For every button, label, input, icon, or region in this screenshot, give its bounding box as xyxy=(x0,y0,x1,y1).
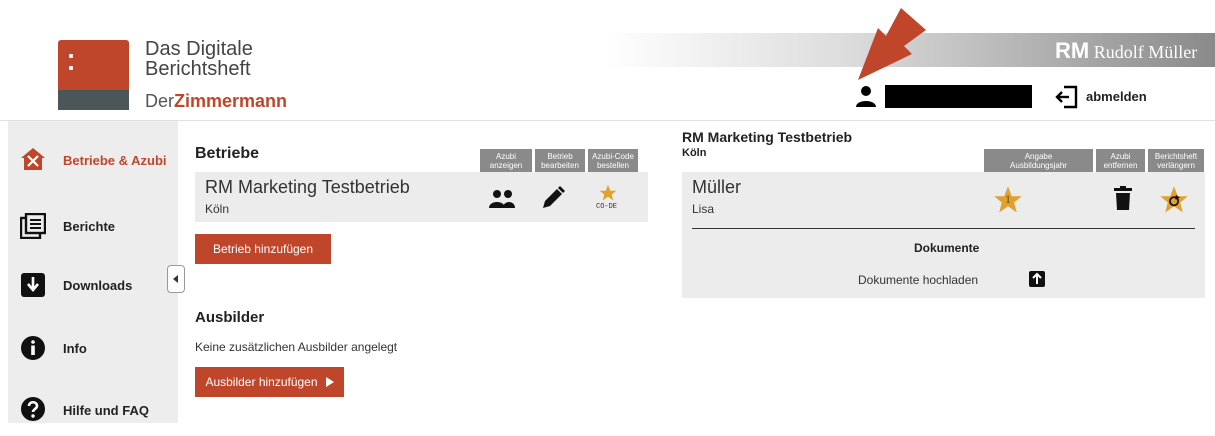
col-azubi-code: Azubi-Code bestellen xyxy=(588,149,638,173)
sidebar-item-label: Betriebe & Azubi xyxy=(63,153,167,168)
col-betrieb-bearbeiten: Betrieb bearbeiten xyxy=(535,149,585,173)
company-name: RM Marketing Testbetrieb xyxy=(205,177,410,197)
sidebar-item-label: Berichte xyxy=(63,219,116,234)
company-row[interactable]: RM Marketing Testbetrieb Köln CO-DE xyxy=(195,172,648,222)
documents-title: Dokumente xyxy=(914,241,980,255)
betriebe-title: Betriebe xyxy=(195,145,260,162)
azubi-panel: Müller Lisa 1 Dokumente Dokumente hochla… xyxy=(682,172,1205,298)
brand-publication: DerZimmermann xyxy=(145,91,288,111)
sidebar-item-downloads[interactable]: Downloads xyxy=(8,260,178,310)
download-icon xyxy=(21,273,45,297)
sidebar-item-label: Downloads xyxy=(63,278,133,293)
sidebar-item-betriebe-azubi[interactable]: Betriebe & Azubi xyxy=(8,134,178,184)
star-icon[interactable] xyxy=(599,184,617,202)
ausbilder-empty-text: Keine zusätzlichen Ausbilder angelegt xyxy=(195,340,398,354)
ausbilder-title: Ausbilder xyxy=(195,309,265,326)
upload-documents-label[interactable]: Dokumente hochladen xyxy=(858,273,978,287)
col-angabe-ausbildungsjahr: Angabe Ausbildungsjahr xyxy=(984,149,1093,173)
app-header: Das Digitale Berichtsheft DerZimmermann … xyxy=(0,0,1215,120)
year-badge: 1 xyxy=(1005,192,1011,206)
logout-link[interactable]: abmelden xyxy=(1086,89,1147,104)
sidebar-item-label: Info xyxy=(63,341,87,356)
username-redacted xyxy=(885,85,1032,108)
detail-company-city: Köln xyxy=(682,147,707,159)
company-city: Köln xyxy=(205,202,230,216)
info-icon xyxy=(21,336,45,360)
add-company-button[interactable]: Betrieb hinzufügen xyxy=(195,234,331,284)
sidebar-item-berichte[interactable]: Berichte xyxy=(8,198,178,248)
sidebar-item-info[interactable]: Info xyxy=(8,323,178,373)
sidebar-item-hilfe[interactable]: Hilfe und FAQ xyxy=(8,386,178,436)
sidebar: Betriebe & Azubi Berichte Downloads Info… xyxy=(8,121,178,423)
col-azubi-anzeigen: Azubi anzeigen xyxy=(480,149,532,173)
renew-star-icon[interactable] xyxy=(1159,185,1189,215)
col-azubi-entfernen: Azubi entfernen xyxy=(1096,149,1145,173)
tools-house-icon xyxy=(21,148,45,170)
detail-company-name: RM Marketing Testbetrieb xyxy=(682,129,853,145)
brand-subtitle: Berichtsheft xyxy=(145,58,251,80)
app-logo[interactable] xyxy=(58,40,129,110)
col-berichtsheft-verlaengern: Berichtsheft verlängern xyxy=(1148,149,1204,173)
add-trainer-button[interactable]: Ausbilder hinzufügen xyxy=(195,367,344,397)
sidebar-item-label: Hilfe und FAQ xyxy=(63,403,149,418)
publisher-logo: RM Rudolf Müller xyxy=(1055,38,1198,63)
sidebar-collapse-button[interactable] xyxy=(167,265,185,293)
azubi-firstname: Lisa xyxy=(692,202,715,216)
azubi-lastname: Müller xyxy=(692,177,742,197)
reports-icon xyxy=(20,213,46,239)
red-arrow-icon xyxy=(858,8,926,80)
users-icon[interactable] xyxy=(488,189,516,209)
help-icon xyxy=(21,397,45,421)
code-label: CO-DE xyxy=(596,203,618,211)
trash-icon[interactable] xyxy=(1114,186,1132,210)
upload-icon[interactable] xyxy=(1029,271,1045,287)
pencil-icon[interactable] xyxy=(541,186,565,210)
play-arrow-icon xyxy=(325,377,334,387)
play-arrow-icon xyxy=(263,274,271,284)
panel-divider xyxy=(692,228,1195,229)
header-divider xyxy=(0,120,1215,121)
user-icon[interactable] xyxy=(854,84,878,108)
logout-icon[interactable] xyxy=(1054,84,1080,110)
